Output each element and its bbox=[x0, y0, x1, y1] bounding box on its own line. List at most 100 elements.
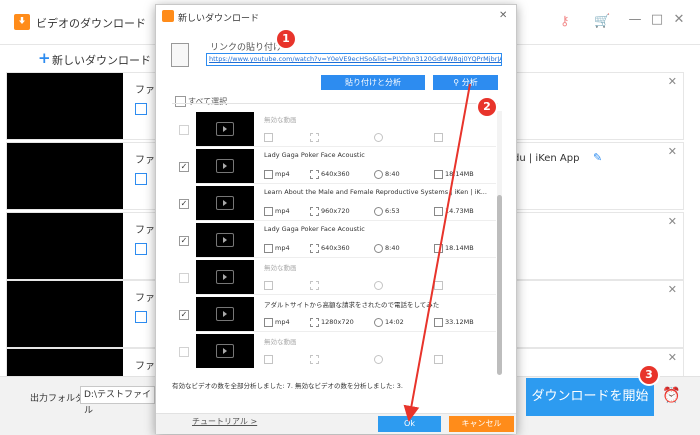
filesize-icon bbox=[434, 133, 443, 142]
step-badge-1: 1 bbox=[277, 30, 295, 48]
url-label: リンクの貼り付け bbox=[210, 43, 283, 53]
divider bbox=[196, 331, 496, 332]
list-item[interactable]: ✓ Lady Gaga Poker Face Acoustic mp4 640x… bbox=[172, 222, 497, 258]
tutorial-link[interactable]: チュートリアル > bbox=[192, 416, 257, 427]
dialog-title: 新しいダウンロード bbox=[178, 14, 260, 24]
item-format: mp4 bbox=[275, 170, 290, 178]
pencil-icon[interactable]: ✎ bbox=[593, 151, 602, 164]
analysis-status: 有効なビデオの数を全部分析しました: 7. 無効なビデオの数を分析しました: 3… bbox=[172, 382, 403, 390]
video-thumbnail bbox=[7, 281, 123, 347]
video-thumbnail bbox=[196, 334, 254, 368]
alarm-clock-icon[interactable]: ⏰ bbox=[662, 386, 681, 404]
item-resolution: 640x360 bbox=[321, 170, 350, 178]
item-title: 無効な動画 bbox=[264, 264, 297, 272]
row-title: du | iKen App bbox=[513, 153, 580, 164]
dialog-close-icon[interactable]: ✕ bbox=[499, 10, 507, 21]
maximize-icon[interactable]: □ bbox=[646, 12, 668, 27]
plus-icon[interactable]: + bbox=[38, 49, 51, 67]
item-title: アダルトサイトから高額な請求をされたので電話をしてみた bbox=[264, 301, 440, 309]
item-title: 無効な動画 bbox=[264, 338, 297, 346]
item-checkbox[interactable]: ✓ bbox=[179, 236, 189, 246]
item-duration: 6:53 bbox=[385, 207, 400, 215]
clock-icon bbox=[374, 318, 383, 327]
format-icon bbox=[264, 318, 273, 327]
cart-icon[interactable]: 🛒 bbox=[594, 14, 610, 29]
format-icon bbox=[264, 170, 273, 179]
select-all-checkbox[interactable] bbox=[175, 96, 186, 107]
dialog-titlebar: 新しいダウンロード ✕ bbox=[156, 5, 516, 27]
resolution-icon bbox=[310, 281, 319, 290]
cancel-button[interactable]: キャンセル bbox=[449, 416, 514, 432]
resolution-icon bbox=[310, 170, 319, 179]
row-filename: ファ bbox=[135, 225, 155, 236]
step-badge-3: 3 bbox=[640, 366, 658, 384]
list-item: 無効な動画 bbox=[172, 333, 497, 369]
row-close-icon[interactable]: ✕ bbox=[668, 75, 677, 88]
resolution-icon bbox=[310, 133, 319, 142]
item-checkbox[interactable]: ✓ bbox=[179, 199, 189, 209]
paste-and-analyze-button[interactable]: 貼り付けと分析 bbox=[321, 75, 425, 90]
resolution-icon bbox=[310, 207, 319, 216]
video-list: 無効な動画 ✓ Lady Gaga Poker Face Acoustic mp… bbox=[172, 111, 504, 373]
video-thumbnail bbox=[196, 149, 254, 183]
list-item[interactable]: ✓ Learn About the Male and Female Reprod… bbox=[172, 185, 497, 221]
row-close-icon[interactable]: ✕ bbox=[668, 351, 677, 364]
list-item[interactable]: ✓ アダルトサイトから高額な請求をされたので電話をしてみた mp4 1280x7… bbox=[172, 296, 497, 332]
minimize-icon[interactable]: — bbox=[624, 12, 646, 27]
url-input[interactable]: https://www.youtube.com/watch?v=Y0eVE9ec… bbox=[206, 53, 502, 66]
ok-button[interactable]: Ok bbox=[378, 416, 441, 432]
format-icon bbox=[135, 311, 147, 323]
divider bbox=[196, 257, 496, 258]
analyze-button-label: 分析 bbox=[461, 78, 478, 87]
item-size: 18.14MB bbox=[445, 170, 474, 178]
item-checkbox[interactable]: ✓ bbox=[179, 310, 189, 320]
item-checkbox bbox=[179, 347, 189, 357]
format-icon bbox=[264, 207, 273, 216]
video-thumbnail bbox=[7, 143, 123, 209]
paste-button-label: 貼り付けと分析 bbox=[345, 78, 401, 87]
resolution-icon bbox=[310, 355, 319, 364]
clock-icon bbox=[374, 170, 383, 179]
divider bbox=[196, 294, 496, 295]
row-close-icon[interactable]: ✕ bbox=[668, 145, 677, 158]
resolution-icon bbox=[310, 318, 319, 327]
app-logo-icon bbox=[14, 14, 30, 30]
clock-icon bbox=[374, 281, 383, 290]
item-duration: 8:40 bbox=[385, 244, 400, 252]
list-item: 無効な動画 bbox=[172, 259, 497, 295]
format-icon bbox=[135, 243, 147, 255]
item-title: Lady Gaga Poker Face Acoustic bbox=[264, 225, 365, 233]
item-checkbox bbox=[179, 125, 189, 135]
step-badge-2: 2 bbox=[478, 98, 496, 116]
item-size: 33.12MB bbox=[445, 318, 474, 326]
video-thumbnail bbox=[7, 349, 123, 377]
format-icon bbox=[264, 244, 273, 253]
clipboard-icon bbox=[171, 43, 189, 67]
item-title: Lady Gaga Poker Face Acoustic bbox=[264, 151, 365, 159]
item-size: 14.73MB bbox=[445, 207, 474, 215]
item-format: mp4 bbox=[275, 318, 290, 326]
format-icon bbox=[264, 355, 273, 364]
format-icon bbox=[135, 103, 147, 115]
row-filename: ファ bbox=[135, 361, 155, 372]
start-download-button[interactable]: ダウンロードを開始 bbox=[526, 378, 654, 416]
video-thumbnail bbox=[7, 73, 123, 139]
close-icon[interactable]: ✕ bbox=[668, 12, 690, 27]
list-item[interactable]: ✓ Lady Gaga Poker Face Acoustic mp4 640x… bbox=[172, 148, 497, 184]
format-icon bbox=[135, 173, 147, 185]
row-close-icon[interactable]: ✕ bbox=[668, 215, 677, 228]
video-thumbnail bbox=[7, 213, 123, 279]
clock-icon bbox=[374, 244, 383, 253]
main-window-title: ビデオのダウンロード bbox=[36, 17, 146, 30]
analyze-button[interactable]: ⚲ 分析 bbox=[433, 75, 498, 90]
output-folder-field[interactable]: D:\テストファイル bbox=[80, 386, 155, 416]
item-checkbox[interactable]: ✓ bbox=[179, 162, 189, 172]
item-duration: 8:40 bbox=[385, 170, 400, 178]
item-format: mp4 bbox=[275, 244, 290, 252]
key-icon[interactable]: ⚷ bbox=[560, 14, 576, 29]
row-close-icon[interactable]: ✕ bbox=[668, 283, 677, 296]
search-icon: ⚲ bbox=[453, 78, 462, 87]
scrollbar-thumb[interactable] bbox=[497, 195, 502, 375]
new-download-button[interactable]: 新しいダウンロード bbox=[52, 52, 151, 68]
item-checkbox bbox=[179, 273, 189, 283]
